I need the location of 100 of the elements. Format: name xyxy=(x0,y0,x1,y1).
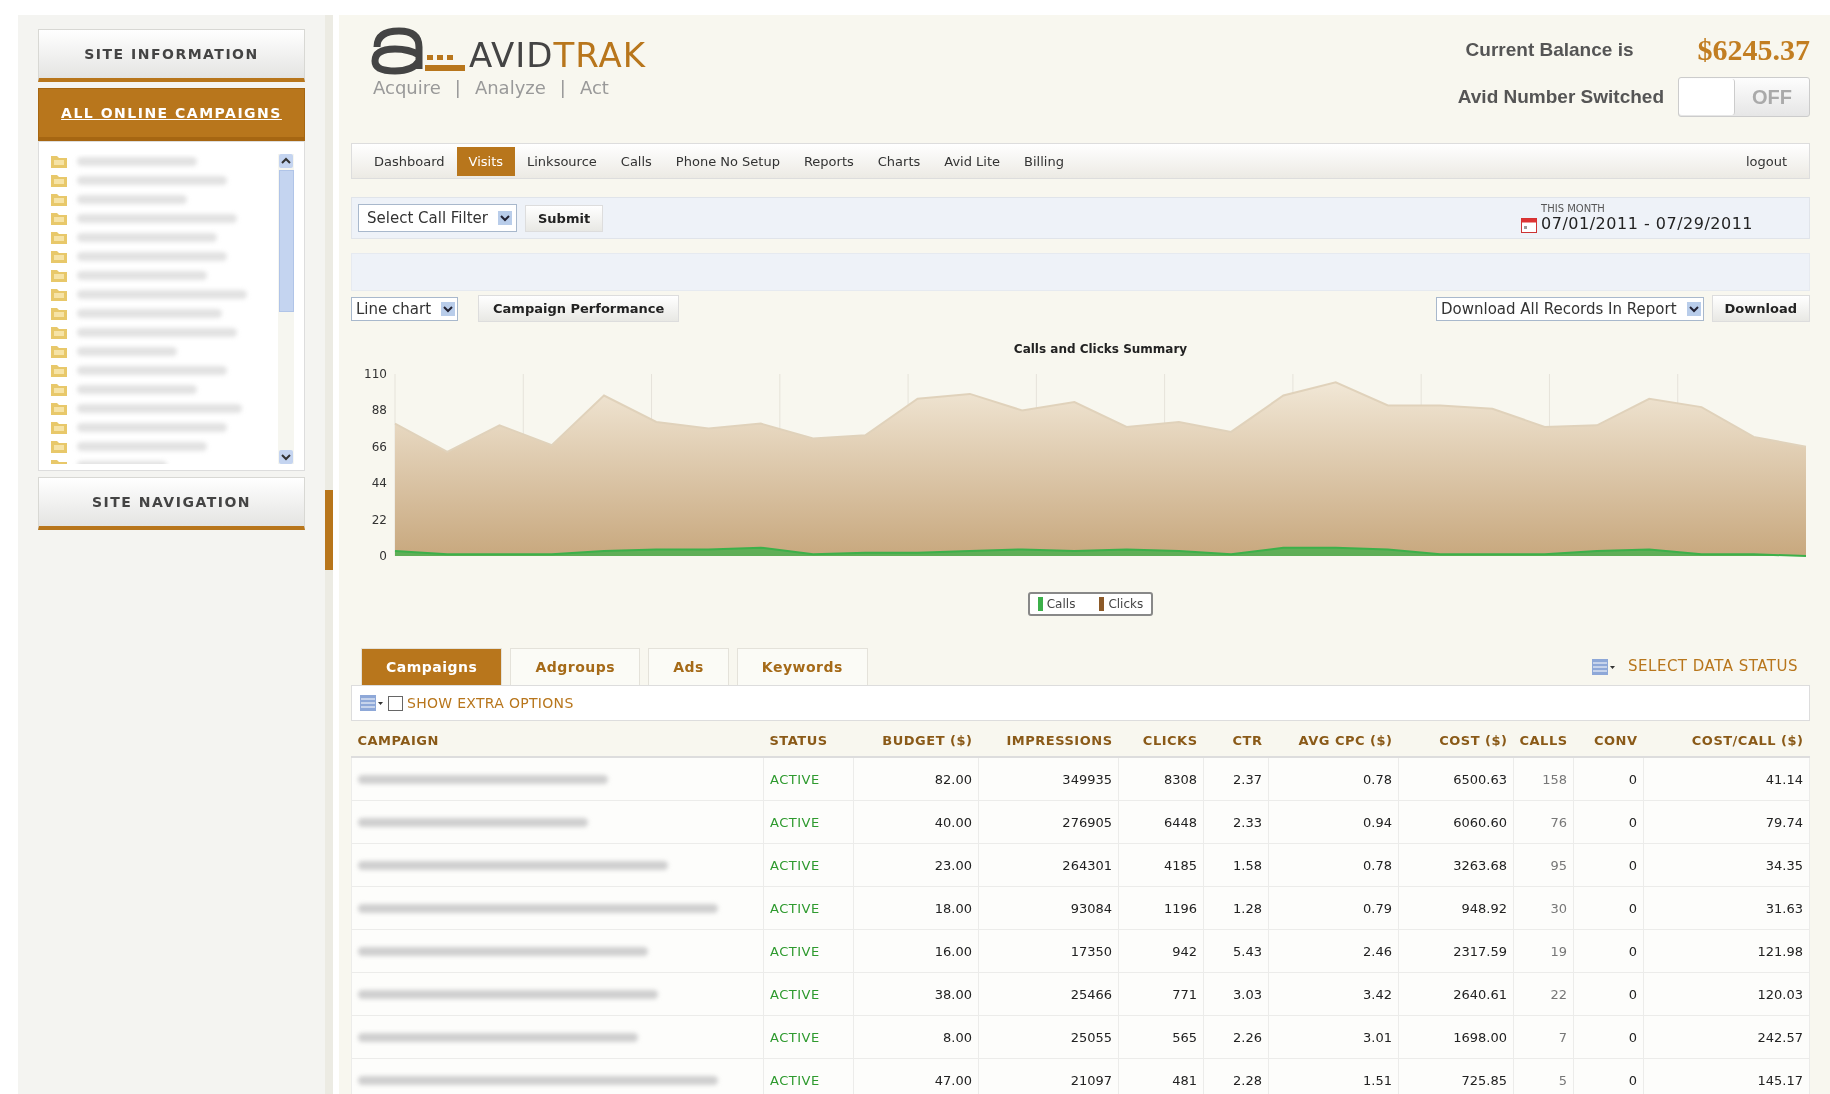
dropdown-icon xyxy=(1686,301,1701,316)
sidebar-section-button[interactable]: SITE NAVIGATION xyxy=(38,477,305,530)
table-cell: 4185 xyxy=(1118,843,1204,887)
submit-button[interactable]: Submit xyxy=(524,204,604,232)
table-cell: 30 xyxy=(1513,886,1574,930)
status-cell: ACTIVE xyxy=(763,757,854,801)
call-filter-select[interactable]: Select Call Filter xyxy=(358,204,517,232)
folder-icon xyxy=(51,173,67,187)
table-cell: 1.58 xyxy=(1203,843,1269,887)
logo-wordmark: AVID xyxy=(469,35,554,75)
y-axis: 0 22 44 66 88 110 xyxy=(363,367,387,563)
nav-tab[interactable]: Billing xyxy=(1012,146,1076,176)
table-cell: 948.92 xyxy=(1398,886,1514,930)
status-cell: ACTIVE xyxy=(763,1015,854,1059)
folder-icon xyxy=(51,268,67,282)
scrollbar[interactable] xyxy=(278,154,294,464)
list-menu-icon[interactable] xyxy=(360,695,384,711)
folder-icon xyxy=(51,401,67,415)
avid-number-label: Avid Number Switched xyxy=(1457,86,1664,108)
calendar-icon[interactable] xyxy=(1521,217,1538,233)
table-cell: 264301 xyxy=(978,843,1119,887)
nav-tab[interactable]: Dashboard xyxy=(362,146,457,176)
folder-icon xyxy=(51,192,67,206)
table-cell: 34.35 xyxy=(1643,843,1810,887)
extra-options-label[interactable]: SHOW EXTRA OPTIONS xyxy=(407,695,574,711)
table-cell: 6500.63 xyxy=(1398,757,1514,801)
table-cell: 725.85 xyxy=(1398,1058,1514,1094)
table-cell: 121.98 xyxy=(1643,929,1810,973)
table-cell: 0 xyxy=(1573,1015,1644,1059)
nav-tab[interactable]: Phone No Setup xyxy=(663,146,792,176)
status-cell: ACTIVE xyxy=(763,1058,854,1094)
table-cell: 3263.68 xyxy=(1398,843,1514,887)
table-tab[interactable]: Keywords xyxy=(736,648,868,685)
logo-tagline: | xyxy=(454,77,461,98)
sidebar-section-button[interactable]: ALL ONLINE CAMPAIGNS xyxy=(38,88,305,141)
table-cell: 18.00 xyxy=(853,886,979,930)
table-cell: 41.14 xyxy=(1643,757,1810,801)
table-tab[interactable]: Ads xyxy=(648,648,729,685)
table-cell: 349935 xyxy=(978,757,1119,801)
table-tab[interactable]: Adgroups xyxy=(510,648,641,685)
nav-tab[interactable]: Reports xyxy=(791,146,866,176)
campaign-performance-button[interactable]: Campaign Performance xyxy=(478,295,680,322)
scroll-up-icon[interactable] xyxy=(279,154,293,168)
chart-type-select[interactable]: Line chart xyxy=(351,296,459,321)
table-cell: 2.33 xyxy=(1203,800,1269,844)
folder-icon xyxy=(51,363,67,377)
folder-icon xyxy=(51,344,67,358)
nav-tab[interactable]: Charts xyxy=(865,146,933,176)
balance-label: Current Balance is xyxy=(1465,39,1634,61)
table-cell: 1.28 xyxy=(1203,886,1269,930)
table-cell: 481 xyxy=(1118,1058,1204,1094)
table-cell: 242.57 xyxy=(1643,1015,1810,1059)
folder-icon xyxy=(51,249,67,263)
nav-tab[interactable]: Avid Lite xyxy=(932,146,1013,176)
table-cell: 6060.60 xyxy=(1398,800,1514,844)
logo-tagline: Act xyxy=(579,77,609,98)
table-cell: 21097 xyxy=(978,1058,1119,1094)
folder-icon xyxy=(51,439,67,453)
table-cell: 120.03 xyxy=(1643,972,1810,1016)
table-cell: 38.00 xyxy=(853,972,979,1016)
download-records-select[interactable]: Download All Records In Report xyxy=(1436,296,1704,321)
table-cell: 17350 xyxy=(978,929,1119,973)
folder-icon xyxy=(51,287,67,301)
folder-icon xyxy=(51,420,67,434)
table-cell: 2.28 xyxy=(1203,1058,1269,1094)
table-cell: 0 xyxy=(1573,886,1644,930)
extra-options-checkbox[interactable] xyxy=(388,695,403,711)
table-cell: 19 xyxy=(1513,929,1574,973)
nav-tab[interactable]: Linksource xyxy=(515,146,609,176)
table-cell: 276905 xyxy=(978,800,1119,844)
table-cell: 1196 xyxy=(1118,886,1204,930)
status-cell: ACTIVE xyxy=(763,843,854,887)
table-cell: 16.00 xyxy=(853,929,979,973)
sidebar-section-button[interactable]: SITE INFORMATION xyxy=(38,29,305,82)
table-cell: 0.78 xyxy=(1268,843,1399,887)
table-tab[interactable]: Campaigns xyxy=(361,648,503,685)
select-data-status-link[interactable]: SELECT DATA STATUS xyxy=(1628,657,1798,675)
download-button[interactable]: Download xyxy=(1711,295,1810,322)
table-cell: 22 xyxy=(1513,972,1574,1016)
table-cell: 0.79 xyxy=(1268,886,1399,930)
list-menu-icon[interactable] xyxy=(1592,659,1617,675)
dropdown-icon xyxy=(497,211,512,225)
folder-icon xyxy=(51,382,67,396)
balance-amount: $6245.37 xyxy=(1697,33,1810,67)
folder-icon xyxy=(51,230,67,244)
table-cell: 0 xyxy=(1573,843,1644,887)
status-cell: ACTIVE xyxy=(763,972,854,1016)
date-range-caption: THIS MONTH xyxy=(1541,203,1606,214)
date-range[interactable]: 07/01/2011 - 07/29/2011 xyxy=(1541,214,1753,233)
folder-icon xyxy=(51,325,67,339)
table-cell: 3.01 xyxy=(1268,1015,1399,1059)
logo-wordmark: TRAK xyxy=(553,35,647,75)
scroll-down-icon[interactable] xyxy=(279,450,293,464)
nav-tab[interactable]: Calls xyxy=(608,146,664,176)
table-cell: 0 xyxy=(1573,972,1644,1016)
table-cell: 93084 xyxy=(978,886,1119,930)
logout-link[interactable]: logout xyxy=(1733,146,1799,176)
table-cell: 1698.00 xyxy=(1398,1015,1514,1059)
splitter-handle[interactable] xyxy=(325,490,333,570)
nav-tab[interactable]: Visits xyxy=(456,146,515,176)
